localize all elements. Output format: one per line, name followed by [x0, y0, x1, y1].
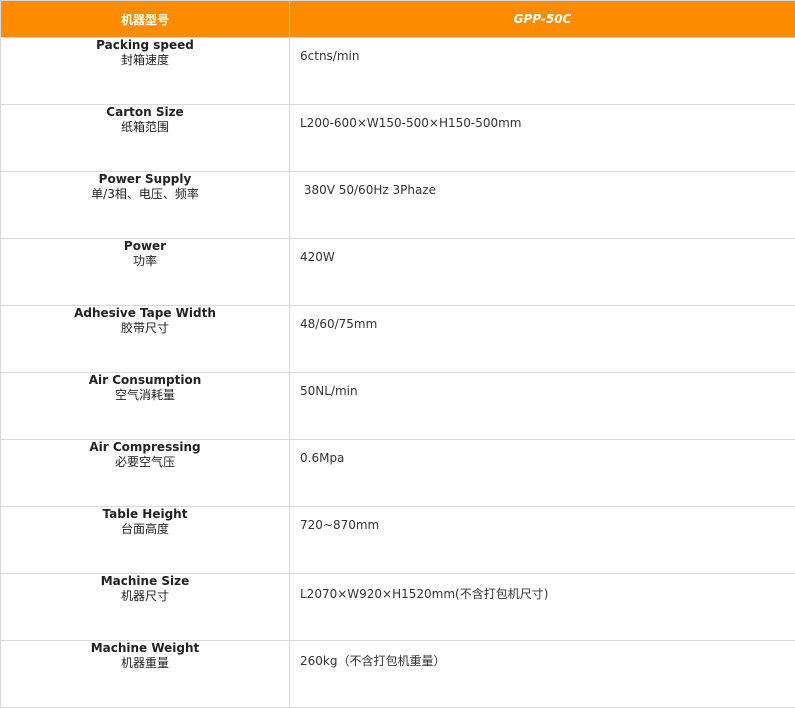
spec-label-en: Machine Size: [1, 574, 289, 589]
spec-label-zh: 功率: [1, 254, 289, 269]
table-row: Machine Weight 机器重量 260kg（不含打包机重量）: [1, 641, 795, 708]
spec-label-zh: 封箱速度: [1, 53, 289, 68]
table-header-row: 机器型号 GPP-50C: [1, 1, 795, 38]
spec-label-en: Air Compressing: [1, 440, 289, 455]
table-row: Air Compressing 必要空气压 0.6Mpa: [1, 440, 795, 507]
spec-label-cell: Packing speed 封箱速度: [1, 38, 290, 105]
spec-label-en: Machine Weight: [1, 641, 289, 656]
spec-label-zh: 机器重量: [1, 656, 289, 671]
spec-value-cell: L2070×W920×H1520mm(不含打包机尺寸): [290, 574, 795, 641]
spec-label-cell: Carton Size 纸箱范围: [1, 105, 290, 172]
spec-label-en: Table Height: [1, 507, 289, 522]
spec-label-cell: Air Compressing 必要空气压: [1, 440, 290, 507]
spec-label-zh: 胶带尺寸: [1, 321, 289, 336]
spec-label-cell: Adhesive Tape Width 胶带尺寸: [1, 306, 290, 373]
spec-value-cell: L200-600×W150-500×H150-500mm: [290, 105, 795, 172]
spec-label-zh: 必要空气压: [1, 455, 289, 470]
table-row: Packing speed 封箱速度 6ctns/min: [1, 38, 795, 105]
table-row: Table Height 台面高度 720~870mm: [1, 507, 795, 574]
spec-label-cell: Table Height 台面高度: [1, 507, 290, 574]
spec-label-cell: Air Consumption 空气消耗量: [1, 373, 290, 440]
header-label-cell: 机器型号: [1, 1, 290, 38]
spec-value-cell: 720~870mm: [290, 507, 795, 574]
spec-label-en: Air Consumption: [1, 373, 289, 388]
table-row: Carton Size 纸箱范围 L200-600×W150-500×H150-…: [1, 105, 795, 172]
table-row: Adhesive Tape Width 胶带尺寸 48/60/75mm: [1, 306, 795, 373]
table-row: Air Consumption 空气消耗量 50NL/min: [1, 373, 795, 440]
header-model-cell: GPP-50C: [290, 1, 795, 38]
table-row: Power Supply 单/3相、电压、频率 380V 50/60Hz 3Ph…: [1, 172, 795, 239]
spec-label-cell: Machine Size 机器尺寸: [1, 574, 290, 641]
spec-label-cell: Power Supply 单/3相、电压、频率: [1, 172, 290, 239]
spec-label-zh: 单/3相、电压、频率: [1, 187, 289, 202]
spec-label-cell: Machine Weight 机器重量: [1, 641, 290, 708]
table-row: Power 功率 420W: [1, 239, 795, 306]
spec-label-en: Power Supply: [1, 172, 289, 187]
spec-table: 机器型号 GPP-50C Packing speed 封箱速度 6ctns/mi…: [0, 0, 795, 708]
spec-label-cell: Power 功率: [1, 239, 290, 306]
spec-label-zh: 纸箱范围: [1, 120, 289, 135]
spec-label-zh: 空气消耗量: [1, 388, 289, 403]
spec-value-cell: 50NL/min: [290, 373, 795, 440]
spec-value-cell: 420W: [290, 239, 795, 306]
spec-value-cell: 0.6Mpa: [290, 440, 795, 507]
spec-value-cell: 48/60/75mm: [290, 306, 795, 373]
table-row: Machine Size 机器尺寸 L2070×W920×H1520mm(不含打…: [1, 574, 795, 641]
spec-value-cell: 260kg（不含打包机重量）: [290, 641, 795, 708]
spec-value-cell: 6ctns/min: [290, 38, 795, 105]
spec-label-en: Power: [1, 239, 289, 254]
spec-label-zh: 台面高度: [1, 522, 289, 537]
spec-value-cell: 380V 50/60Hz 3Phaze: [290, 172, 795, 239]
spec-label-en: Adhesive Tape Width: [1, 306, 289, 321]
spec-label-en: Carton Size: [1, 105, 289, 120]
spec-label-en: Packing speed: [1, 38, 289, 53]
